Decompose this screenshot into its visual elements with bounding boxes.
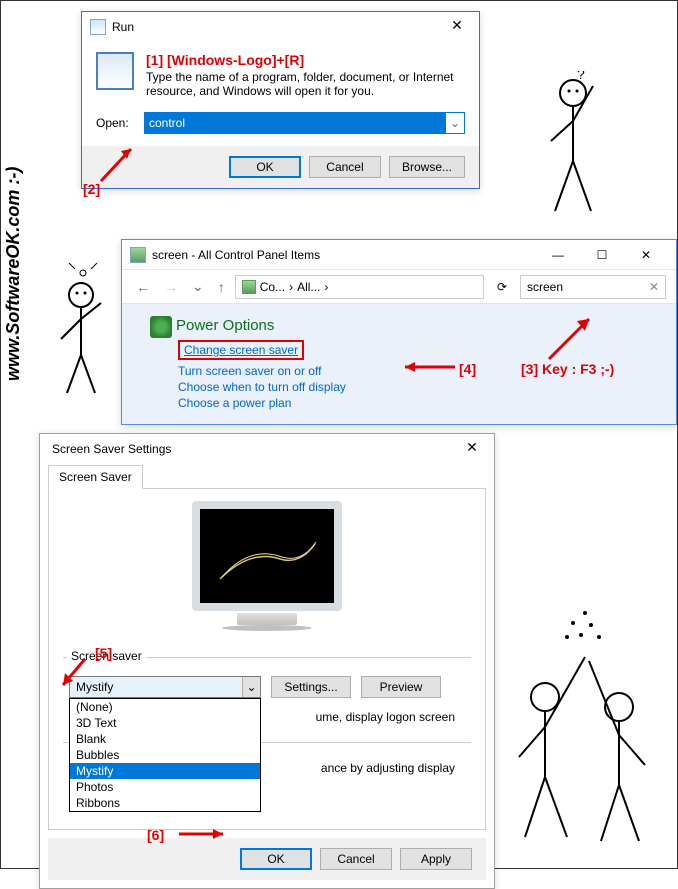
cancel-button[interactable]: Cancel [309, 156, 381, 178]
breadcrumb[interactable]: Co...› All...› [235, 275, 484, 299]
open-input[interactable] [145, 113, 446, 133]
svg-text:?: ? [577, 71, 585, 82]
crumb-2[interactable]: All... [297, 280, 320, 294]
close-icon[interactable]: ✕ [458, 439, 486, 459]
link-choose-turnoff-display[interactable]: Choose when to turn off display [178, 380, 668, 394]
clear-search-icon[interactable]: ✕ [649, 280, 659, 294]
screensaver-selected: Mystify [70, 680, 242, 694]
annotation-6: [6] [147, 827, 164, 843]
open-label: Open: [96, 116, 136, 130]
explorer-titlebar[interactable]: screen - All Control Panel Items — ☐ ✕ [122, 240, 676, 270]
refresh-icon[interactable]: ⟳ [490, 280, 514, 294]
nav-recent-icon[interactable]: ⌄ [188, 278, 208, 295]
ok-button[interactable]: OK [229, 156, 301, 178]
maximize-icon[interactable]: ☐ [580, 241, 624, 269]
option-ribbons[interactable]: Ribbons [70, 795, 260, 811]
chevron-down-icon[interactable]: ⌄ [446, 113, 464, 133]
nav-forward-icon[interactable]: → [160, 279, 182, 295]
nav-back-icon[interactable]: ← [132, 279, 154, 295]
arrow-5 [57, 657, 87, 691]
chevron-down-icon[interactable]: ⌄ [242, 677, 260, 697]
option-bubbles[interactable]: Bubbles [70, 747, 260, 763]
link-choose-power-plan[interactable]: Choose a power plan [178, 396, 668, 410]
nav-up-icon[interactable]: ↑ [214, 279, 229, 295]
option-photos[interactable]: Photos [70, 779, 260, 795]
search-value: screen [527, 280, 563, 294]
run-title: Run [112, 20, 443, 34]
browse-button[interactable]: Browse... [389, 156, 465, 178]
arrow-6 [179, 825, 235, 843]
annotation-4: [4] [459, 361, 476, 377]
settings-button[interactable]: Settings... [271, 676, 351, 698]
crumb-1[interactable]: Co... [260, 280, 285, 294]
apply-button[interactable]: Apply [400, 848, 472, 870]
run-big-icon [96, 52, 134, 90]
minimize-icon[interactable]: — [536, 241, 580, 269]
ss-title: Screen Saver Settings [48, 442, 458, 456]
power-options-icon [150, 316, 172, 338]
preview-monitor [181, 501, 353, 641]
arrow-2 [101, 145, 151, 185]
cancel-button[interactable]: Cancel [320, 848, 392, 870]
annotation-3: [3] Key : F3 ;-) [521, 361, 614, 377]
run-icon [90, 19, 106, 35]
option-mystify[interactable]: Mystify [70, 763, 260, 779]
annotation-5: [5] [95, 645, 112, 661]
annotation-1: [1] [Windows-Logo]+[R] [146, 52, 465, 68]
arrow-4 [395, 359, 455, 375]
ok-button[interactable]: OK [240, 848, 312, 870]
category-power-options[interactable]: Power Options [176, 317, 274, 334]
screen-saver-settings-dialog: Screen Saver Settings ✕ Screen Saver Scr… [39, 433, 495, 889]
explorer-title: screen - All Control Panel Items [152, 248, 536, 262]
stick-figure-2 [39, 263, 129, 403]
close-icon[interactable]: ✕ [624, 241, 668, 269]
tab-screen-saver[interactable]: Screen Saver [48, 465, 143, 489]
navigation-bar: ← → ⌄ ↑ Co...› All...› ⟳ screen ✕ [122, 270, 676, 304]
search-input[interactable]: screen ✕ [520, 275, 666, 299]
screensaver-preview [200, 509, 334, 603]
option-none[interactable]: (None) [70, 699, 260, 715]
open-combo[interactable]: ⌄ [144, 112, 465, 134]
run-instruction: Type the name of a program, folder, docu… [146, 70, 465, 98]
option-3dtext[interactable]: 3D Text [70, 715, 260, 731]
close-icon[interactable]: ✕ [443, 17, 471, 37]
annotation-2: [2] [83, 181, 100, 197]
screensaver-dropdown-list[interactable]: (None) 3D Text Blank Bubbles Mystify Pho… [69, 698, 261, 812]
stick-figure-3 [489, 577, 678, 857]
screensaver-dropdown[interactable]: Mystify ⌄ [69, 676, 261, 698]
breadcrumb-icon [242, 280, 256, 294]
option-blank[interactable]: Blank [70, 731, 260, 747]
run-titlebar[interactable]: Run ✕ [82, 12, 479, 42]
arrow-3 [545, 313, 605, 361]
ss-titlebar[interactable]: Screen Saver Settings ✕ [40, 434, 494, 464]
watermark-text: www.SoftwareOK.com :-) [3, 167, 24, 381]
link-change-screen-saver[interactable]: Change screen saver [178, 340, 304, 360]
preview-button[interactable]: Preview [361, 676, 441, 698]
control-panel-icon [130, 247, 146, 263]
stick-figure-1: ? [523, 71, 643, 231]
